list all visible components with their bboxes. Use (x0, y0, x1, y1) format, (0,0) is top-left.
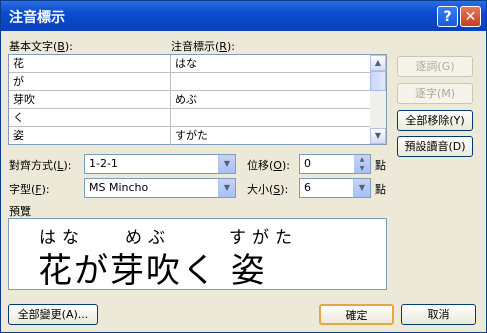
size-select[interactable]: 6 ▼ (299, 178, 371, 198)
scroll-down-icon[interactable]: ▼ (370, 128, 386, 144)
cancel-button[interactable]: 取消 (401, 304, 476, 325)
base-text-cell[interactable]: く (9, 109, 171, 127)
close-icon[interactable]: ✕ (460, 6, 481, 27)
alignment-select[interactable]: 1-2-1 ▼ (84, 154, 236, 174)
base-text-cell[interactable]: 芽吹 (9, 91, 171, 109)
base-text-label: 基本文字(B): (9, 40, 73, 53)
clear-all-button[interactable]: 全部移除(Y) (397, 110, 473, 131)
font-label: 字型(F): (9, 183, 50, 196)
size-label: 大小(S): (247, 183, 289, 196)
scroll-up-icon[interactable]: ▲ (370, 55, 386, 71)
phonetic-grid: 花 はな が 芽吹 めぶ く 姿 すがた ▲ ▼ (8, 54, 387, 145)
apply-all-button[interactable]: 全部變更(A)... (8, 304, 98, 325)
chevron-down-icon[interactable]: ▼ (353, 179, 370, 197)
points-unit-label: 點 (375, 183, 386, 196)
chevron-down-icon[interactable]: ▼ (218, 179, 235, 197)
base-text-cell[interactable]: 姿 (9, 127, 171, 145)
font-select[interactable]: MS Mincho ▼ (84, 178, 236, 198)
default-reading-button[interactable]: 預設讀音(D) (397, 136, 473, 157)
preview-label: 預覽 (9, 205, 31, 218)
base-text-cell[interactable]: が (9, 73, 171, 91)
points-unit-label: 點 (375, 159, 386, 172)
ok-button[interactable]: 確定 (319, 304, 394, 325)
base-preview-text: 花が芽吹く 姿 (38, 251, 267, 291)
help-icon[interactable]: ? (437, 6, 458, 27)
ruby-text-cell[interactable]: めぶ (171, 91, 370, 109)
dialog-title: 注音標示 (9, 10, 65, 26)
ruby-text-cell[interactable]: はな (171, 55, 370, 73)
ruby-text-cell[interactable] (171, 109, 370, 127)
base-text-cell[interactable]: 花 (9, 55, 171, 73)
alignment-label: 對齊方式(L): (9, 159, 72, 172)
title-bar[interactable]: 注音標示 ? ✕ (1, 1, 486, 31)
ruby-text-cell[interactable] (171, 73, 370, 91)
grid-scrollbar[interactable]: ▲ ▼ (370, 55, 386, 144)
ruby-text-cell[interactable]: すがた (171, 127, 370, 145)
preview-box: はな めぶ すがた 花が芽吹く 姿 (8, 218, 387, 291)
phonetic-label: 注音標示(R): (171, 40, 235, 53)
mono-button[interactable]: 逐字(M) (397, 83, 473, 104)
offset-stepper[interactable]: 0 ▲ ▼ (299, 154, 371, 174)
offset-label: 位移(O): (247, 159, 290, 172)
phonetic-guide-dialog: 注音標示 ? ✕ 基本文字(B): 注音標示(R): 花 はな が 芽吹 めぶ … (0, 0, 487, 333)
spin-arrows-icon[interactable]: ▲ ▼ (354, 155, 370, 173)
scroll-thumb[interactable] (370, 71, 386, 91)
group-button[interactable]: 逐詞(G) (397, 56, 473, 77)
chevron-down-icon[interactable]: ▼ (218, 155, 235, 173)
